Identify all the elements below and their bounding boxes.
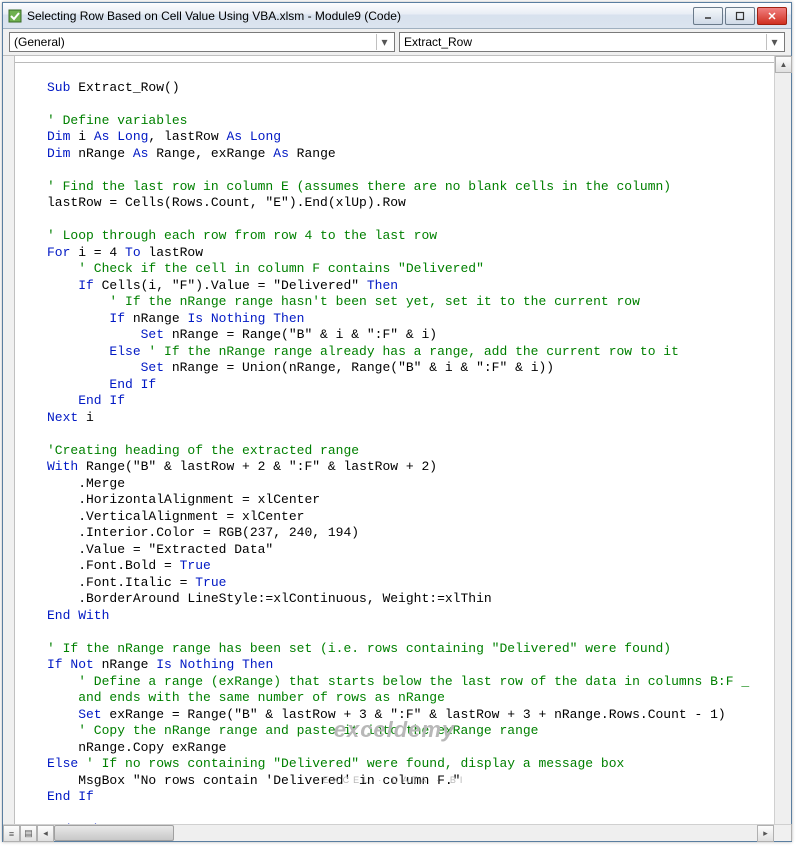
object-dropdown-value: (General) [14, 35, 65, 49]
code-comment: ' If the nRange range has been set (i.e.… [47, 641, 671, 656]
code-token: Else [47, 756, 86, 771]
code-token: Then [367, 278, 398, 293]
code-token: nRange = Range("B" & i & ":F" & i) [164, 327, 437, 342]
code-comment: ' If the nRange range hasn't been set ye… [47, 294, 640, 309]
code-comment: ' Check if the cell in column F contains… [47, 261, 484, 276]
code-token: Sub [47, 80, 70, 95]
full-module-view-button[interactable]: ▤ [20, 825, 37, 842]
code-token: For [47, 245, 70, 260]
code-token: With [47, 459, 78, 474]
code-token: If [47, 311, 125, 326]
code-token: MsgBox "No rows contain 'Delivered' in c… [47, 773, 460, 788]
code-token: End With [47, 608, 109, 623]
procedure-dropdown[interactable]: Extract_Row ▾ [399, 32, 785, 52]
code-comment: ' Copy the nRange range and paste it int… [47, 723, 538, 738]
procedure-view-button[interactable]: ≡ [3, 825, 20, 842]
window-title: Selecting Row Based on Cell Value Using … [27, 9, 691, 23]
code-token: nRange.Copy exRange [47, 740, 226, 755]
close-button[interactable] [757, 7, 787, 25]
code-token: As Long [226, 129, 281, 144]
code-token: If [47, 278, 94, 293]
code-token: Is Nothing Then [156, 657, 273, 672]
code-token: True [195, 575, 226, 590]
code-token: Dim [47, 146, 70, 161]
procedure-dropdown-value: Extract_Row [404, 35, 472, 49]
object-dropdown[interactable]: (General) ▾ [9, 32, 395, 52]
scroll-up-icon[interactable]: ▲ [775, 56, 792, 73]
dropdown-bar: (General) ▾ Extract_Row ▾ [3, 29, 791, 56]
code-token: i [70, 129, 93, 144]
scroll-left-icon[interactable]: ◂ [37, 825, 54, 842]
app-icon [7, 8, 23, 24]
scroll-track[interactable] [775, 73, 791, 824]
code-comment: 'Creating heading of the extracted range [47, 443, 359, 458]
code-token: Cells(i, "F").Value = "Delivered" [94, 278, 367, 293]
bottom-bar: ≡ ▤ ◂ ▸ [3, 824, 791, 841]
code-comment: ' Define a range (exRange) that starts b… [47, 674, 749, 689]
code-area-wrap: Sub Extract_Row() ' Define variables Dim… [3, 56, 791, 841]
code-token: .HorizontalAlignment = xlCenter [47, 492, 320, 507]
horizontal-scroll-thumb[interactable] [54, 825, 174, 841]
code-token: .Font.Italic = [47, 575, 195, 590]
code-comment: ' Find the last row in column E (assumes… [47, 179, 671, 194]
code-token: .BorderAround LineStyle:=xlContinuous, W… [47, 591, 492, 606]
code-comment: ' If no rows containing "Delivered" were… [86, 756, 624, 771]
code-token: i = 4 [70, 245, 125, 260]
code-token: .Merge [47, 476, 125, 491]
code-token: As [133, 146, 149, 161]
code-token: lastRow [141, 245, 203, 260]
vertical-scrollbar[interactable]: ▲ ▼ [774, 56, 791, 841]
code-token: If Not [47, 657, 94, 672]
window-controls [691, 7, 787, 25]
code-token: .Value = "Extracted Data" [47, 542, 273, 557]
vbe-window: Selecting Row Based on Cell Value Using … [2, 2, 792, 842]
code-token: As [273, 146, 289, 161]
code-token: As Long [94, 129, 149, 144]
code-token: Set [47, 360, 164, 375]
horizontal-scroll-track[interactable] [54, 825, 757, 841]
code-token: .VerticalAlignment = xlCenter [47, 509, 304, 524]
code-token: .Interior.Color = RGB(237, 240, 194) [47, 525, 359, 540]
code-token: i [78, 410, 94, 425]
code-token: nRange [94, 657, 156, 672]
code-token: Range, exRange [148, 146, 273, 161]
minimize-button[interactable] [693, 7, 723, 25]
code-comment: ' Define variables [47, 113, 187, 128]
code-token: End If [47, 789, 94, 804]
code-token: Set [47, 707, 102, 722]
code-token: Set [47, 327, 164, 342]
code-token: lastRow = Cells(Rows.Count, "E").End(xlU… [47, 195, 406, 210]
code-comment: ' Loop through each row from row 4 to th… [47, 228, 437, 243]
code-token: True [180, 558, 211, 573]
code-token: nRange = Union(nRange, Range("B" & i & "… [164, 360, 554, 375]
chevron-down-icon: ▾ [376, 34, 392, 50]
code-token: Is Nothing Then [187, 311, 304, 326]
code-token: Next [47, 410, 78, 425]
margin-gutter[interactable] [3, 56, 15, 841]
code-token: exRange = Range("B" & lastRow + 3 & ":F"… [102, 707, 726, 722]
code-token: nRange [70, 146, 132, 161]
code-comment: and ends with the same number of rows as… [47, 690, 445, 705]
chevron-down-icon: ▾ [766, 34, 782, 50]
code-token: Dim [47, 129, 70, 144]
code-token: Extract_Row() [70, 80, 179, 95]
code-token: End If [47, 377, 156, 392]
code-editor[interactable]: Sub Extract_Row() ' Define variables Dim… [15, 56, 774, 841]
code-token: Range [289, 146, 336, 161]
code-token: , lastRow [148, 129, 226, 144]
code-comment: ' If the nRange range already has a rang… [148, 344, 679, 359]
code-token: .Font.Bold = [47, 558, 180, 573]
scroll-right-icon[interactable]: ▸ [757, 825, 774, 842]
code-token: End If [47, 393, 125, 408]
code-token: Range("B" & lastRow + 2 & ":F" & lastRow… [78, 459, 437, 474]
titlebar[interactable]: Selecting Row Based on Cell Value Using … [3, 3, 791, 29]
code-token: nRange [125, 311, 187, 326]
code-token: To [125, 245, 141, 260]
code-token: Else [47, 344, 148, 359]
maximize-button[interactable] [725, 7, 755, 25]
